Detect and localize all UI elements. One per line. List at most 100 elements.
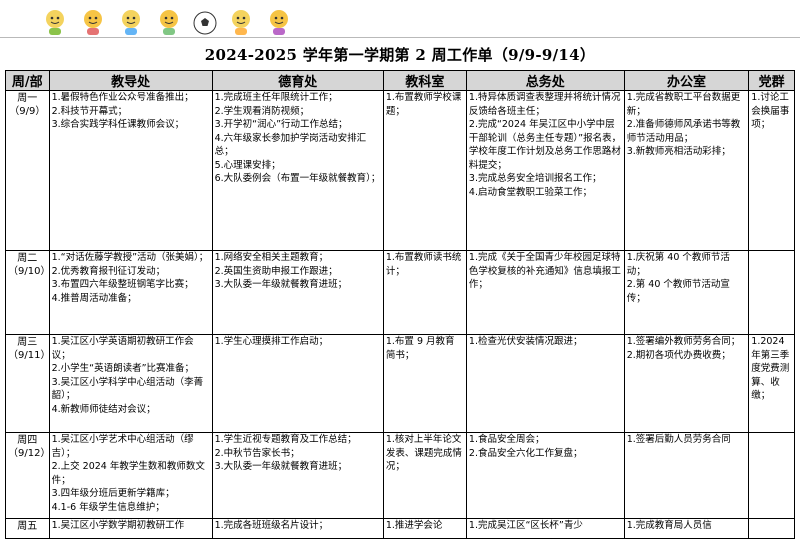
task-cell: [748, 432, 795, 519]
day-cell: 周二 （9/10）: [5, 250, 51, 335]
task-cell: 1.讨论工会换届事项；: [748, 90, 795, 251]
task-item: 2.食品安全六化工作复盘；: [468, 447, 583, 459]
mascot-icon: [46, 10, 64, 35]
task-item: 1.食品安全周会；: [468, 434, 545, 445]
task-item: 1.吴江区小学数学期初教研工作: [51, 520, 185, 531]
task-item: 5.心理课安排；: [214, 159, 281, 171]
task-item: 3.完成总务安全培训报名工作；: [468, 173, 602, 184]
task-item: 4.1-6 年级学生信息维护；: [51, 501, 165, 513]
task-item: 1.2024年第三季度党费测算、收缴；: [751, 336, 790, 401]
task-item: 2.准备师德师风承诺书等教师节活动用品；: [626, 119, 741, 144]
task-cell: [748, 518, 795, 539]
task-item: 1.学生近视专题教育及工作总结；: [214, 434, 357, 445]
task-cell: 1.“对话佐藤学教授”活动（张美娟）； 2.优秀教育报刊征订发动； 3.布置四六年级…: [48, 250, 213, 335]
column-header: 周/部: [5, 70, 50, 91]
day-date: （9/9）: [9, 106, 46, 117]
task-cell: 1.特异体质调查表整理并将统计情况反馈给各班主任； 2.完成“2024 年吴江区中…: [465, 90, 625, 251]
task-cell: 1.布置 9 月教育简书；: [382, 334, 467, 433]
task-item: 1.完成省教职工平台数据更新；: [626, 92, 741, 117]
task-cell: 1.核对上半年论文发表、课题完成情况；: [382, 432, 467, 519]
task-item: 2.小学生“英语朗读者”比赛准备；: [51, 363, 195, 374]
task-item: 1.核对上半年论文发表、课题完成情况；: [385, 434, 462, 472]
task-item: 3.大队委一年级就餐教育进班；: [214, 279, 348, 290]
task-item: 3.新教师亮相活动彩排；: [626, 146, 731, 157]
task-cell: 1.签署编外教师劳务合同； 2.期初各项代办费收费；: [623, 334, 750, 433]
task-item: 1.布置教师读书统计；: [385, 252, 462, 277]
task-cell: 1.完成吴江区“区长杯”青少: [465, 518, 625, 539]
work-schedule-table: 周/部 教导处 德育处 教科室 总务处 办公室 党群 周一 （9/9） 1.暑假特色…: [5, 70, 795, 539]
column-header: 总务处: [465, 70, 625, 91]
task-cell: 1.完成教育局人员信: [623, 518, 750, 539]
day-label: 周一: [17, 93, 38, 104]
header-separator: [0, 37, 800, 38]
task-item: 1.“对话佐藤学教授”活动（张美娟）；: [51, 252, 209, 263]
task-item: 4.新教师师徒结对会议；: [51, 403, 156, 415]
task-cell: 1.学生心理摸排工作启动；: [211, 334, 384, 433]
soccer-ball-icon: [193, 11, 217, 35]
mascot-icon: [232, 10, 250, 35]
day-label: 周三: [17, 337, 38, 348]
task-item: 1.签署编外教师劳务合同；: [626, 336, 741, 347]
task-cell: 1.签署后勤人员劳务合同: [623, 432, 750, 519]
task-cell: 1.完成各班班级名片设计；: [211, 518, 384, 539]
day-label: 周二: [17, 253, 38, 264]
mascot-icon: [160, 10, 178, 35]
table-row: 周四 （9/12） 1.吴江区小学艺术中心组活动（缪吉）； 2.上交 2024 年教学…: [5, 432, 795, 519]
task-item: 2.上交 2024 年教学生数和教师数文件；: [51, 461, 205, 486]
task-item: 1.讨论工会换届事项；: [751, 92, 790, 130]
task-item: 3.综合实践学科任课教师会议；: [51, 119, 185, 130]
task-item: 1.检查光伏安装情况跟进；: [468, 336, 583, 347]
day-date: （9/10）: [8, 266, 51, 277]
task-item: 2.第 40 个教师节活动宣传；: [626, 279, 730, 304]
task-item: 1.吴江区小学英语期初教研工作会议；: [51, 336, 194, 361]
task-item: 1.完成教育局人员信: [626, 520, 712, 531]
task-item: 6.大队委例会（布置一年级就餐教育）；: [214, 173, 381, 184]
task-item: 2.中秋节告家长书；: [214, 447, 300, 459]
header-decoration: [40, 0, 294, 36]
task-cell: 1.2024年第三季度党费测算、收缴；: [748, 334, 795, 433]
task-item: 1.推进学会论: [385, 520, 443, 531]
task-item: 1.完成各班班级名片设计；: [214, 520, 329, 531]
task-item: 1.布置 9 月教育简书；: [385, 336, 455, 361]
task-cell: 1.推进学会论: [382, 518, 467, 539]
task-item: 1.暑假特色作业公众号准备推出；: [51, 92, 194, 103]
mascot-icon: [270, 10, 288, 35]
task-cell: 1.布置教师读书统计；: [382, 250, 467, 335]
mascot-icon: [122, 10, 140, 35]
task-item: 1.网络安全相关主题教育；: [214, 252, 329, 263]
page-title: 2024-2025 学年第一学期第 2 周工作单（9/9-9/14）: [204, 46, 596, 64]
day-label: 周五: [17, 521, 38, 532]
task-item: 2.完成“2024 年吴江区中小学中层干部轮训（总务主任专题）”报名表，学校年度…: [468, 119, 622, 171]
task-item: 2.优秀教育报刊征订发动；: [51, 265, 166, 277]
task-cell: 1.吴江区小学艺术中心组活动（缪吉）； 2.上交 2024 年教学生数和教师数文件…: [48, 432, 213, 519]
task-item: 1.完成吴江区“区长杯”青少: [468, 520, 583, 531]
task-item: 1.庆祝第 40 个教师节活动；: [626, 252, 730, 277]
column-header: 教科室: [382, 70, 467, 91]
task-item: 2.英国生资助申报工作跟进；: [214, 265, 338, 277]
table-row: 周二 （9/10） 1.“对话佐藤学教授”活动（张美娟）； 2.优秀教育报刊征订发动；…: [5, 250, 795, 335]
column-header: 德育处: [211, 70, 384, 91]
day-cell: 周四 （9/12）: [5, 432, 51, 519]
column-header: 党群: [748, 70, 795, 91]
task-item: 1.学生心理摸排工作启动；: [214, 336, 329, 347]
task-item: 2.科技节开幕式；: [51, 105, 128, 117]
task-item: 1.布置教师学校课题；: [385, 92, 462, 117]
day-label: 周四: [17, 435, 38, 446]
task-item: 3.布置四六年级整班钢笔字比赛；: [51, 279, 194, 290]
task-cell: 1.完成《关于全国青少年校园足球特色学校复核的补充通知》信息填报工作；: [465, 250, 625, 335]
task-item: 1.特异体质调查表整理并将统计情况反馈给各班主任；: [468, 92, 621, 117]
task-item: 1.完成《关于全国青少年校园足球特色学校复核的补充通知》信息填报工作；: [468, 252, 621, 290]
task-item: 2.期初各项代办费收费；: [626, 349, 731, 361]
task-cell: 1.食品安全周会； 2.食品安全六化工作复盘；: [465, 432, 625, 519]
task-item: 3.开学初“润心”行动工作总结；: [214, 119, 348, 130]
day-cell: 周一 （9/9）: [5, 90, 50, 251]
task-item: 4.推普周活动准备；: [51, 292, 137, 304]
day-date: （9/11）: [8, 350, 51, 361]
day-date: （9/12）: [8, 448, 51, 459]
task-item: 4.启动食堂教职工验菜工作；: [468, 186, 592, 198]
task-item: 1.吴江区小学艺术中心组活动（缪吉）；: [51, 434, 194, 459]
task-cell: 1.吴江区小学英语期初教研工作会议； 2.小学生“英语朗读者”比赛准备； 3.吴江区…: [48, 334, 213, 433]
table-row: 周三 （9/11） 1.吴江区小学英语期初教研工作会议； 2.小学生“英语朗读者”比赛…: [5, 334, 795, 433]
task-item: 3.大队委一年级就餐教育进班；: [214, 461, 348, 472]
task-cell: 1.完成班主任年限统计工作； 2.学生观看消防视频； 3.开学初“润心”行动工作总结…: [211, 90, 384, 251]
